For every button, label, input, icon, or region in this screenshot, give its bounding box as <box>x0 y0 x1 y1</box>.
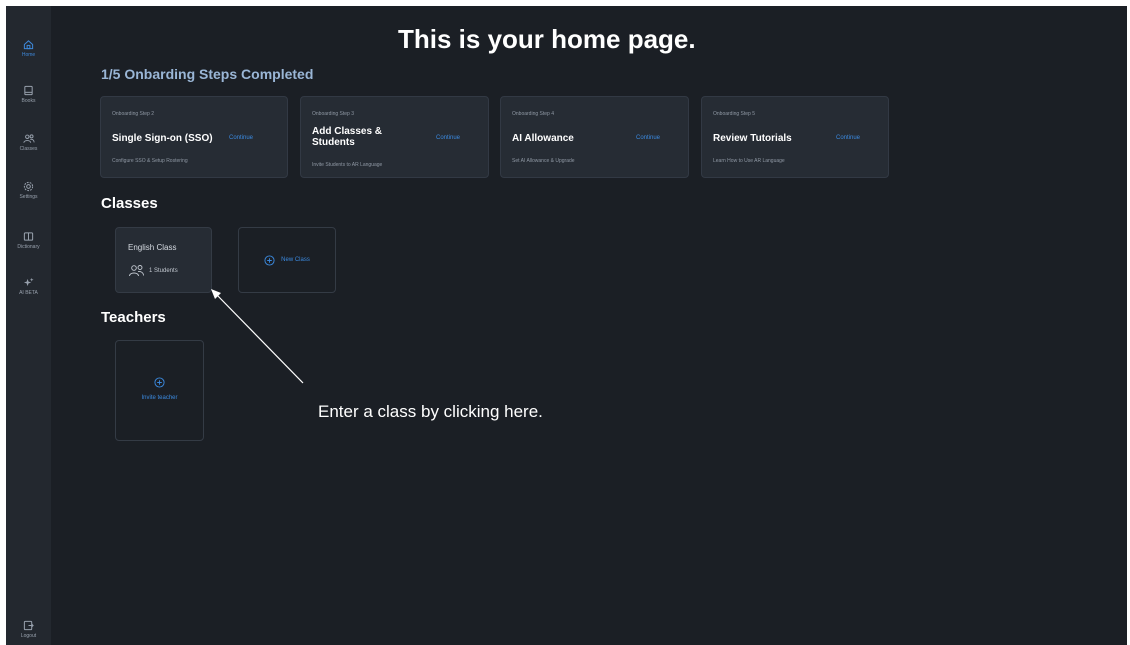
annotation-arrow <box>211 289 304 384</box>
annotation-text: Enter a class by clicking here. <box>318 402 543 421</box>
app-window: Home Books Classes Settings Dictionary A… <box>6 6 1127 645</box>
